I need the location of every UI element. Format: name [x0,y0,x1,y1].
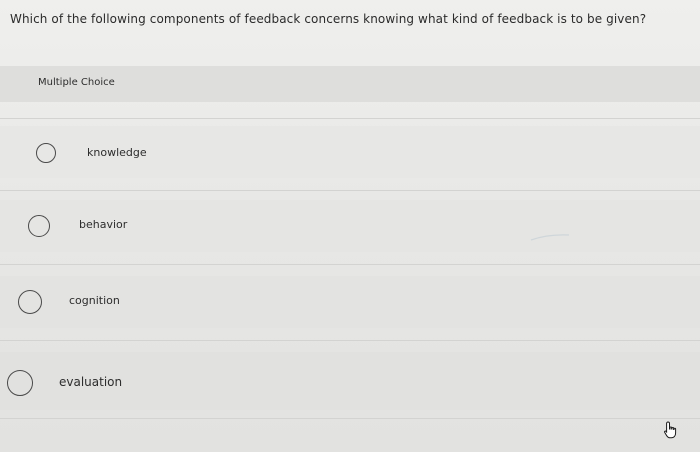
option-behavior[interactable]: behavior [0,210,240,250]
option-knowledge[interactable]: knowledge [0,138,240,178]
option-cognition[interactable]: cognition [0,286,240,326]
quiz-page: Which of the following components of fee… [0,0,700,452]
divider [0,418,700,419]
radio-button[interactable] [28,215,50,237]
question-type-label: Multiple Choice [38,77,115,88]
option-label: evaluation [59,375,123,389]
option-label: behavior [79,218,128,231]
radio-button[interactable] [7,370,33,396]
option-label: knowledge [87,146,147,159]
radio-button[interactable] [18,290,42,314]
option-evaluation[interactable]: evaluation [0,366,240,406]
divider [0,340,700,341]
screen-smudge [530,234,570,241]
divider [0,190,700,191]
option-label: cognition [69,294,120,307]
divider [0,118,700,119]
question-text: Which of the following components of fee… [10,12,647,26]
pointer-hand-icon [664,421,677,439]
divider [0,264,700,265]
radio-button[interactable] [36,143,56,163]
